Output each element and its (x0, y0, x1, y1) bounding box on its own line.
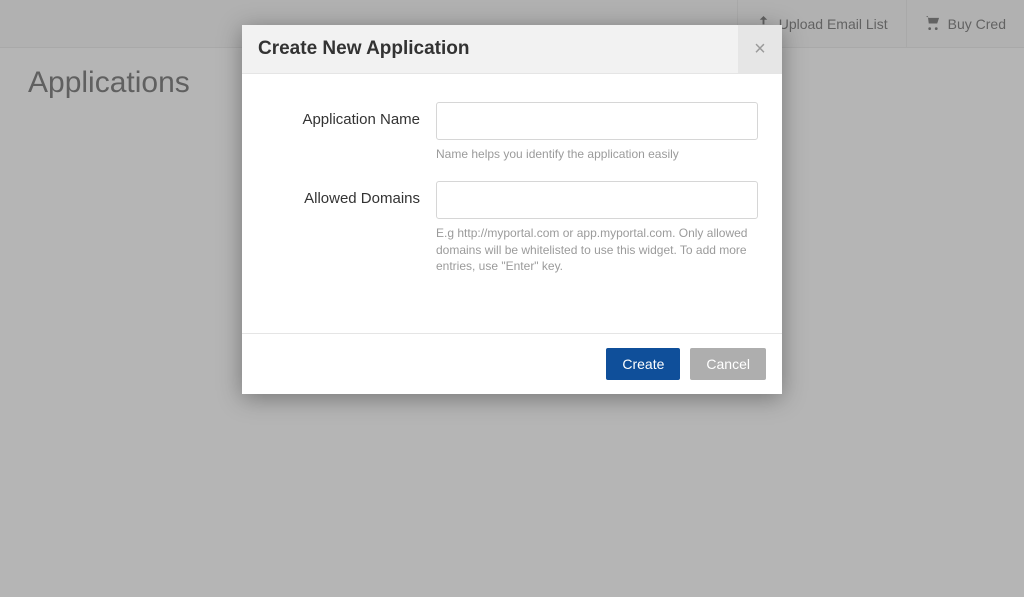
application-name-input[interactable] (436, 102, 758, 140)
create-button[interactable]: Create (606, 348, 680, 380)
allowed-domains-row: Allowed Domains E.g http://myportal.com … (266, 181, 758, 275)
modal-body: Application Name Name helps you identify… (242, 74, 782, 333)
application-name-label: Application Name (266, 102, 436, 128)
allowed-domains-field-wrap: E.g http://myportal.com or app.myportal.… (436, 181, 758, 275)
application-name-field-wrap: Name helps you identify the application … (436, 102, 758, 163)
modal-header: Create New Application × (242, 25, 782, 74)
create-application-modal: Create New Application × Application Nam… (242, 25, 782, 394)
allowed-domains-input[interactable] (436, 181, 758, 219)
allowed-domains-label: Allowed Domains (266, 181, 436, 207)
close-button[interactable]: × (738, 25, 782, 73)
modal-title: Create New Application (242, 25, 486, 73)
application-name-help: Name helps you identify the application … (436, 146, 758, 163)
cancel-button[interactable]: Cancel (690, 348, 766, 380)
application-name-row: Application Name Name helps you identify… (266, 102, 758, 163)
modal-footer: Create Cancel (242, 333, 782, 394)
close-icon: × (754, 38, 766, 61)
modal-overlay[interactable]: Create New Application × Application Nam… (0, 0, 1024, 597)
allowed-domains-help: E.g http://myportal.com or app.myportal.… (436, 225, 758, 275)
